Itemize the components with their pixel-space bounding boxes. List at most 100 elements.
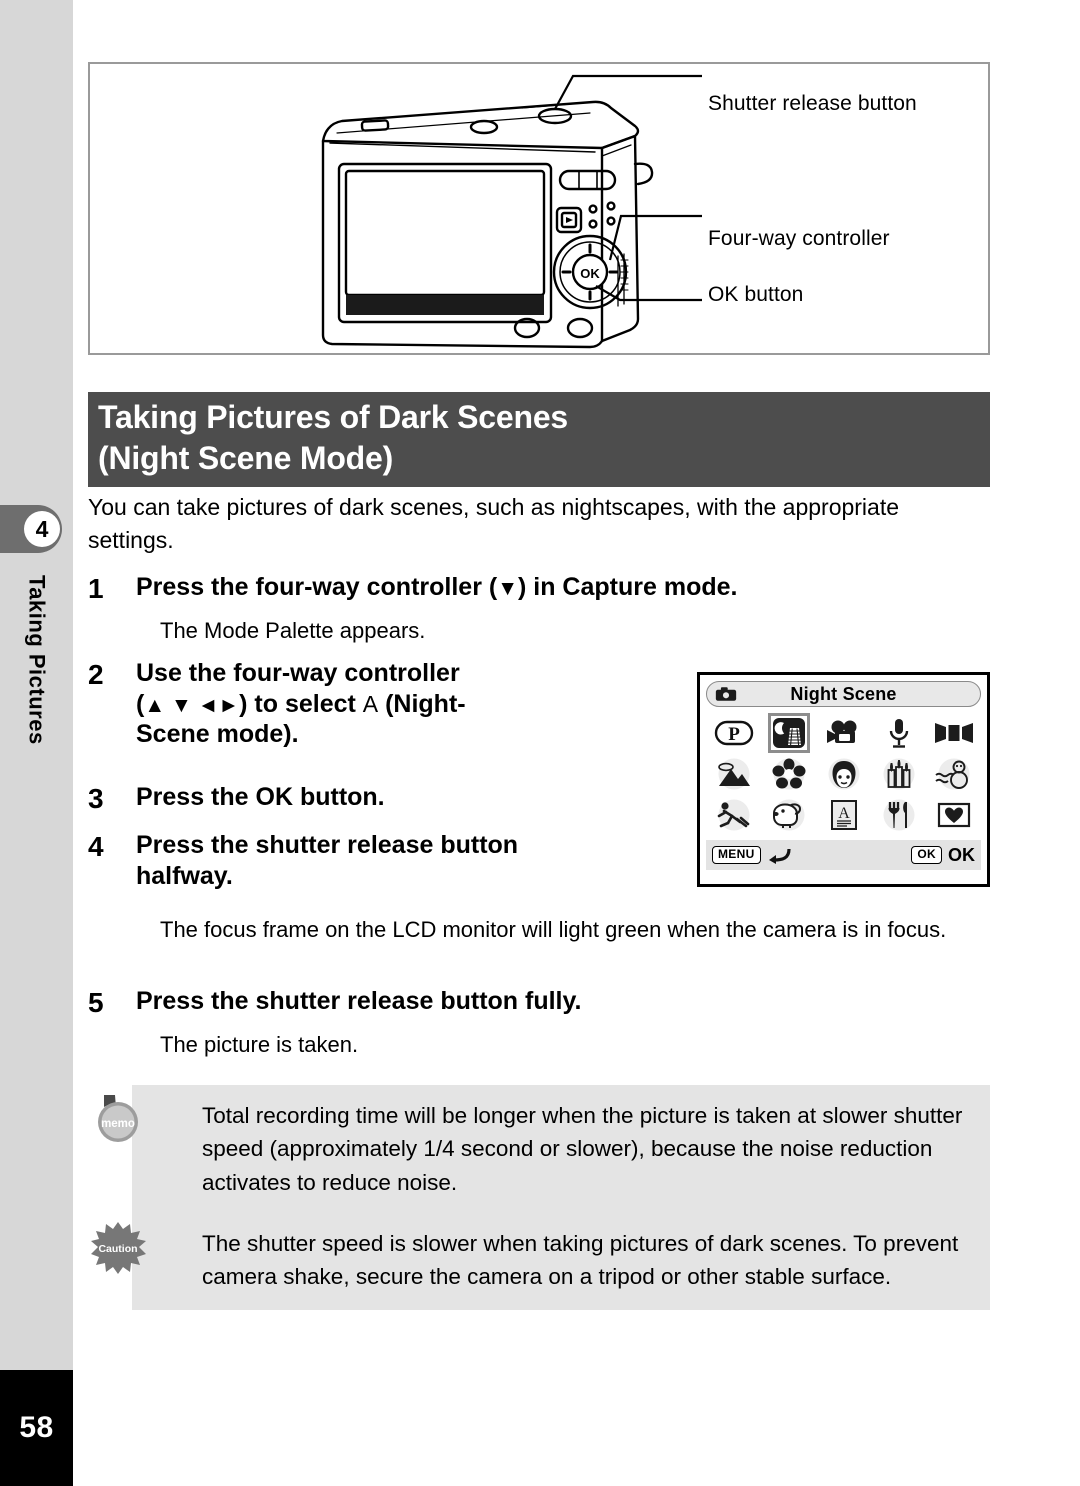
pet-dog-icon bbox=[772, 799, 804, 830]
menu-key-group[interactable]: MENU bbox=[712, 846, 791, 864]
step-5: 5 Press the shutter release button fully… bbox=[88, 986, 968, 1019]
mode-palette-screen: Night Scene P A MENU OK OK bbox=[697, 672, 990, 887]
program-mode-icon: P bbox=[714, 720, 753, 745]
page-content: OK Shutter release button Four-way contr… bbox=[88, 0, 994, 1486]
flower-icon bbox=[772, 758, 805, 789]
mode-icon-panorama-icon[interactable] bbox=[930, 713, 978, 753]
section-title-line-1: Taking Pictures of Dark Scenes bbox=[98, 399, 569, 435]
mode-palette-grid: P A bbox=[706, 712, 981, 836]
step-3: 3 Press the OK button. bbox=[88, 782, 678, 815]
chapter-title: Taking Pictures bbox=[0, 575, 73, 895]
ok-key-group[interactable]: OK OK bbox=[911, 845, 975, 866]
step-2-select-text: ) to select bbox=[239, 689, 363, 718]
mode-palette-row-2 bbox=[706, 753, 981, 794]
svg-text:Caution: Caution bbox=[98, 1243, 137, 1255]
memo-icon: memo bbox=[98, 1095, 138, 1142]
step-5-text: Press the shutter release button fully. bbox=[136, 987, 582, 1015]
ok-action-label: OK bbox=[948, 844, 975, 865]
microphone-icon bbox=[889, 718, 908, 748]
mode-palette-footer: MENU OK OK bbox=[706, 840, 981, 870]
section-title-line-2: (Night Scene Mode) bbox=[98, 439, 394, 476]
step-2: 2 Use the four-way controller (▲ ▼ ◄►) t… bbox=[88, 658, 678, 750]
memo-note-text: Total recording time will be longer when… bbox=[202, 1103, 963, 1195]
step-3-number: 3 bbox=[88, 783, 104, 814]
step-2-mode-name-part-1: (Night- bbox=[378, 689, 466, 718]
mode-icon-food-icon[interactable] bbox=[875, 795, 923, 835]
step-1-text-after: ) in Capture mode. bbox=[518, 573, 738, 601]
mode-icon-movie-camera-icon[interactable] bbox=[820, 713, 868, 753]
step-5-description: The picture is taken. bbox=[160, 1032, 359, 1057]
memo-note: memo Total recording time will be longer… bbox=[98, 1085, 990, 1215]
mode-icon-frame-heart-icon[interactable] bbox=[930, 795, 978, 835]
candle-icon bbox=[883, 758, 914, 789]
intro-paragraph: You can take pictures of dark scenes, su… bbox=[88, 494, 900, 553]
chapter-title-text: Taking Pictures bbox=[24, 575, 50, 745]
down-arrow-icon: ▼ bbox=[497, 577, 518, 600]
four-way-arrows-icon: ▲ ▼ ◄► bbox=[144, 693, 240, 717]
callout-label-ok-button: OK button bbox=[708, 283, 804, 306]
mode-icon-candle-icon[interactable] bbox=[875, 754, 923, 794]
landscape-icon bbox=[717, 758, 750, 789]
frame-heart-icon bbox=[937, 802, 970, 827]
menu-key[interactable]: MENU bbox=[712, 846, 761, 864]
step-1-description: The Mode Palette appears. bbox=[160, 618, 426, 643]
step-4-line-1: Press the shutter release button bbox=[136, 831, 519, 859]
mode-icon-microphone-icon[interactable] bbox=[875, 713, 923, 753]
mode-icon-snowman-icon[interactable] bbox=[930, 754, 978, 794]
step-5-number: 5 bbox=[88, 987, 104, 1018]
mode-icon-flower-icon[interactable] bbox=[765, 754, 813, 794]
mode-palette-row-3: A bbox=[706, 794, 981, 835]
mode-palette-header: Night Scene bbox=[706, 681, 981, 707]
step-1-text-before: Press the four-way controller ( bbox=[136, 573, 498, 601]
caution-note: Caution The shutter speed is slower when… bbox=[91, 1213, 990, 1310]
svg-text:A: A bbox=[838, 805, 850, 822]
sport-runner-icon bbox=[717, 799, 749, 830]
step-2-line-1: Use the four-way controller bbox=[136, 659, 460, 687]
step-3-text: Press the OK button. bbox=[136, 783, 385, 811]
camera-icon bbox=[715, 687, 737, 701]
step-4-description: The focus frame on the LCD monitor will … bbox=[160, 917, 947, 942]
svg-text:OK: OK bbox=[580, 266, 600, 281]
page-number-text: 58 bbox=[19, 1411, 54, 1444]
mode-icon-portrait-icon[interactable] bbox=[820, 754, 868, 794]
food-icon bbox=[883, 799, 914, 830]
step-4: 4 Press the shutter release button halfw… bbox=[88, 830, 678, 891]
step-2-number: 2 bbox=[88, 659, 104, 690]
panorama-icon bbox=[934, 722, 973, 743]
mode-palette-row-1: P bbox=[706, 712, 981, 753]
svg-text:P: P bbox=[728, 724, 740, 745]
step-2-line-2: (▲ ▼ ◄►) to select A (Night- bbox=[136, 689, 466, 720]
callout-label-shutter-release-button: Shutter release button bbox=[708, 92, 917, 115]
mode-palette-title: Night Scene bbox=[790, 683, 897, 704]
caution-note-text: The shutter speed is slower when taking … bbox=[202, 1231, 959, 1290]
mode-icon-text-page-icon[interactable]: A bbox=[820, 795, 868, 835]
portrait-icon bbox=[828, 758, 859, 789]
step-1-text: Press the four-way controller (▼) in Cap… bbox=[136, 572, 737, 603]
svg-text:memo: memo bbox=[101, 1118, 135, 1130]
chapter-sidebar: 4 Taking Pictures 58 bbox=[0, 0, 73, 1486]
page-number: 58 bbox=[0, 1370, 73, 1486]
back-arrow-icon bbox=[768, 848, 791, 864]
section-title-bar: Taking Pictures of Dark Scenes (Night Sc… bbox=[88, 392, 990, 487]
movie-camera-icon bbox=[826, 720, 856, 743]
ok-key[interactable]: OK bbox=[911, 846, 942, 864]
night-scene-mode-glyph: A bbox=[362, 690, 379, 717]
step-4-text: Press the shutter release button halfway… bbox=[136, 830, 518, 891]
callout-label-four-way-controller: Four-way controller bbox=[708, 227, 890, 250]
night-scene-icon bbox=[772, 717, 805, 748]
step-4-number: 4 bbox=[88, 831, 104, 862]
text-page-icon: A bbox=[830, 799, 857, 830]
mode-icon-night-scene-icon[interactable] bbox=[765, 712, 813, 753]
step-2-text: Use the four-way controller (▲ ▼ ◄►) to … bbox=[136, 658, 466, 750]
mode-icon-landscape-icon[interactable] bbox=[710, 754, 758, 794]
step-4-line-2: halfway. bbox=[136, 861, 233, 890]
caution-icon: Caution bbox=[91, 1222, 146, 1274]
mode-icon-pet-dog-icon[interactable] bbox=[765, 795, 813, 835]
mode-icon-sport-runner-icon[interactable] bbox=[710, 795, 758, 835]
chapter-number-badge: 4 bbox=[24, 511, 60, 547]
step-1-number: 1 bbox=[88, 573, 104, 604]
step-1: 1 Press the four-way controller (▼) in C… bbox=[88, 572, 968, 605]
step-2-line-3: Scene mode). bbox=[136, 720, 299, 748]
mode-icon-program-mode-icon[interactable]: P bbox=[710, 713, 758, 753]
snowman-icon bbox=[934, 758, 969, 789]
